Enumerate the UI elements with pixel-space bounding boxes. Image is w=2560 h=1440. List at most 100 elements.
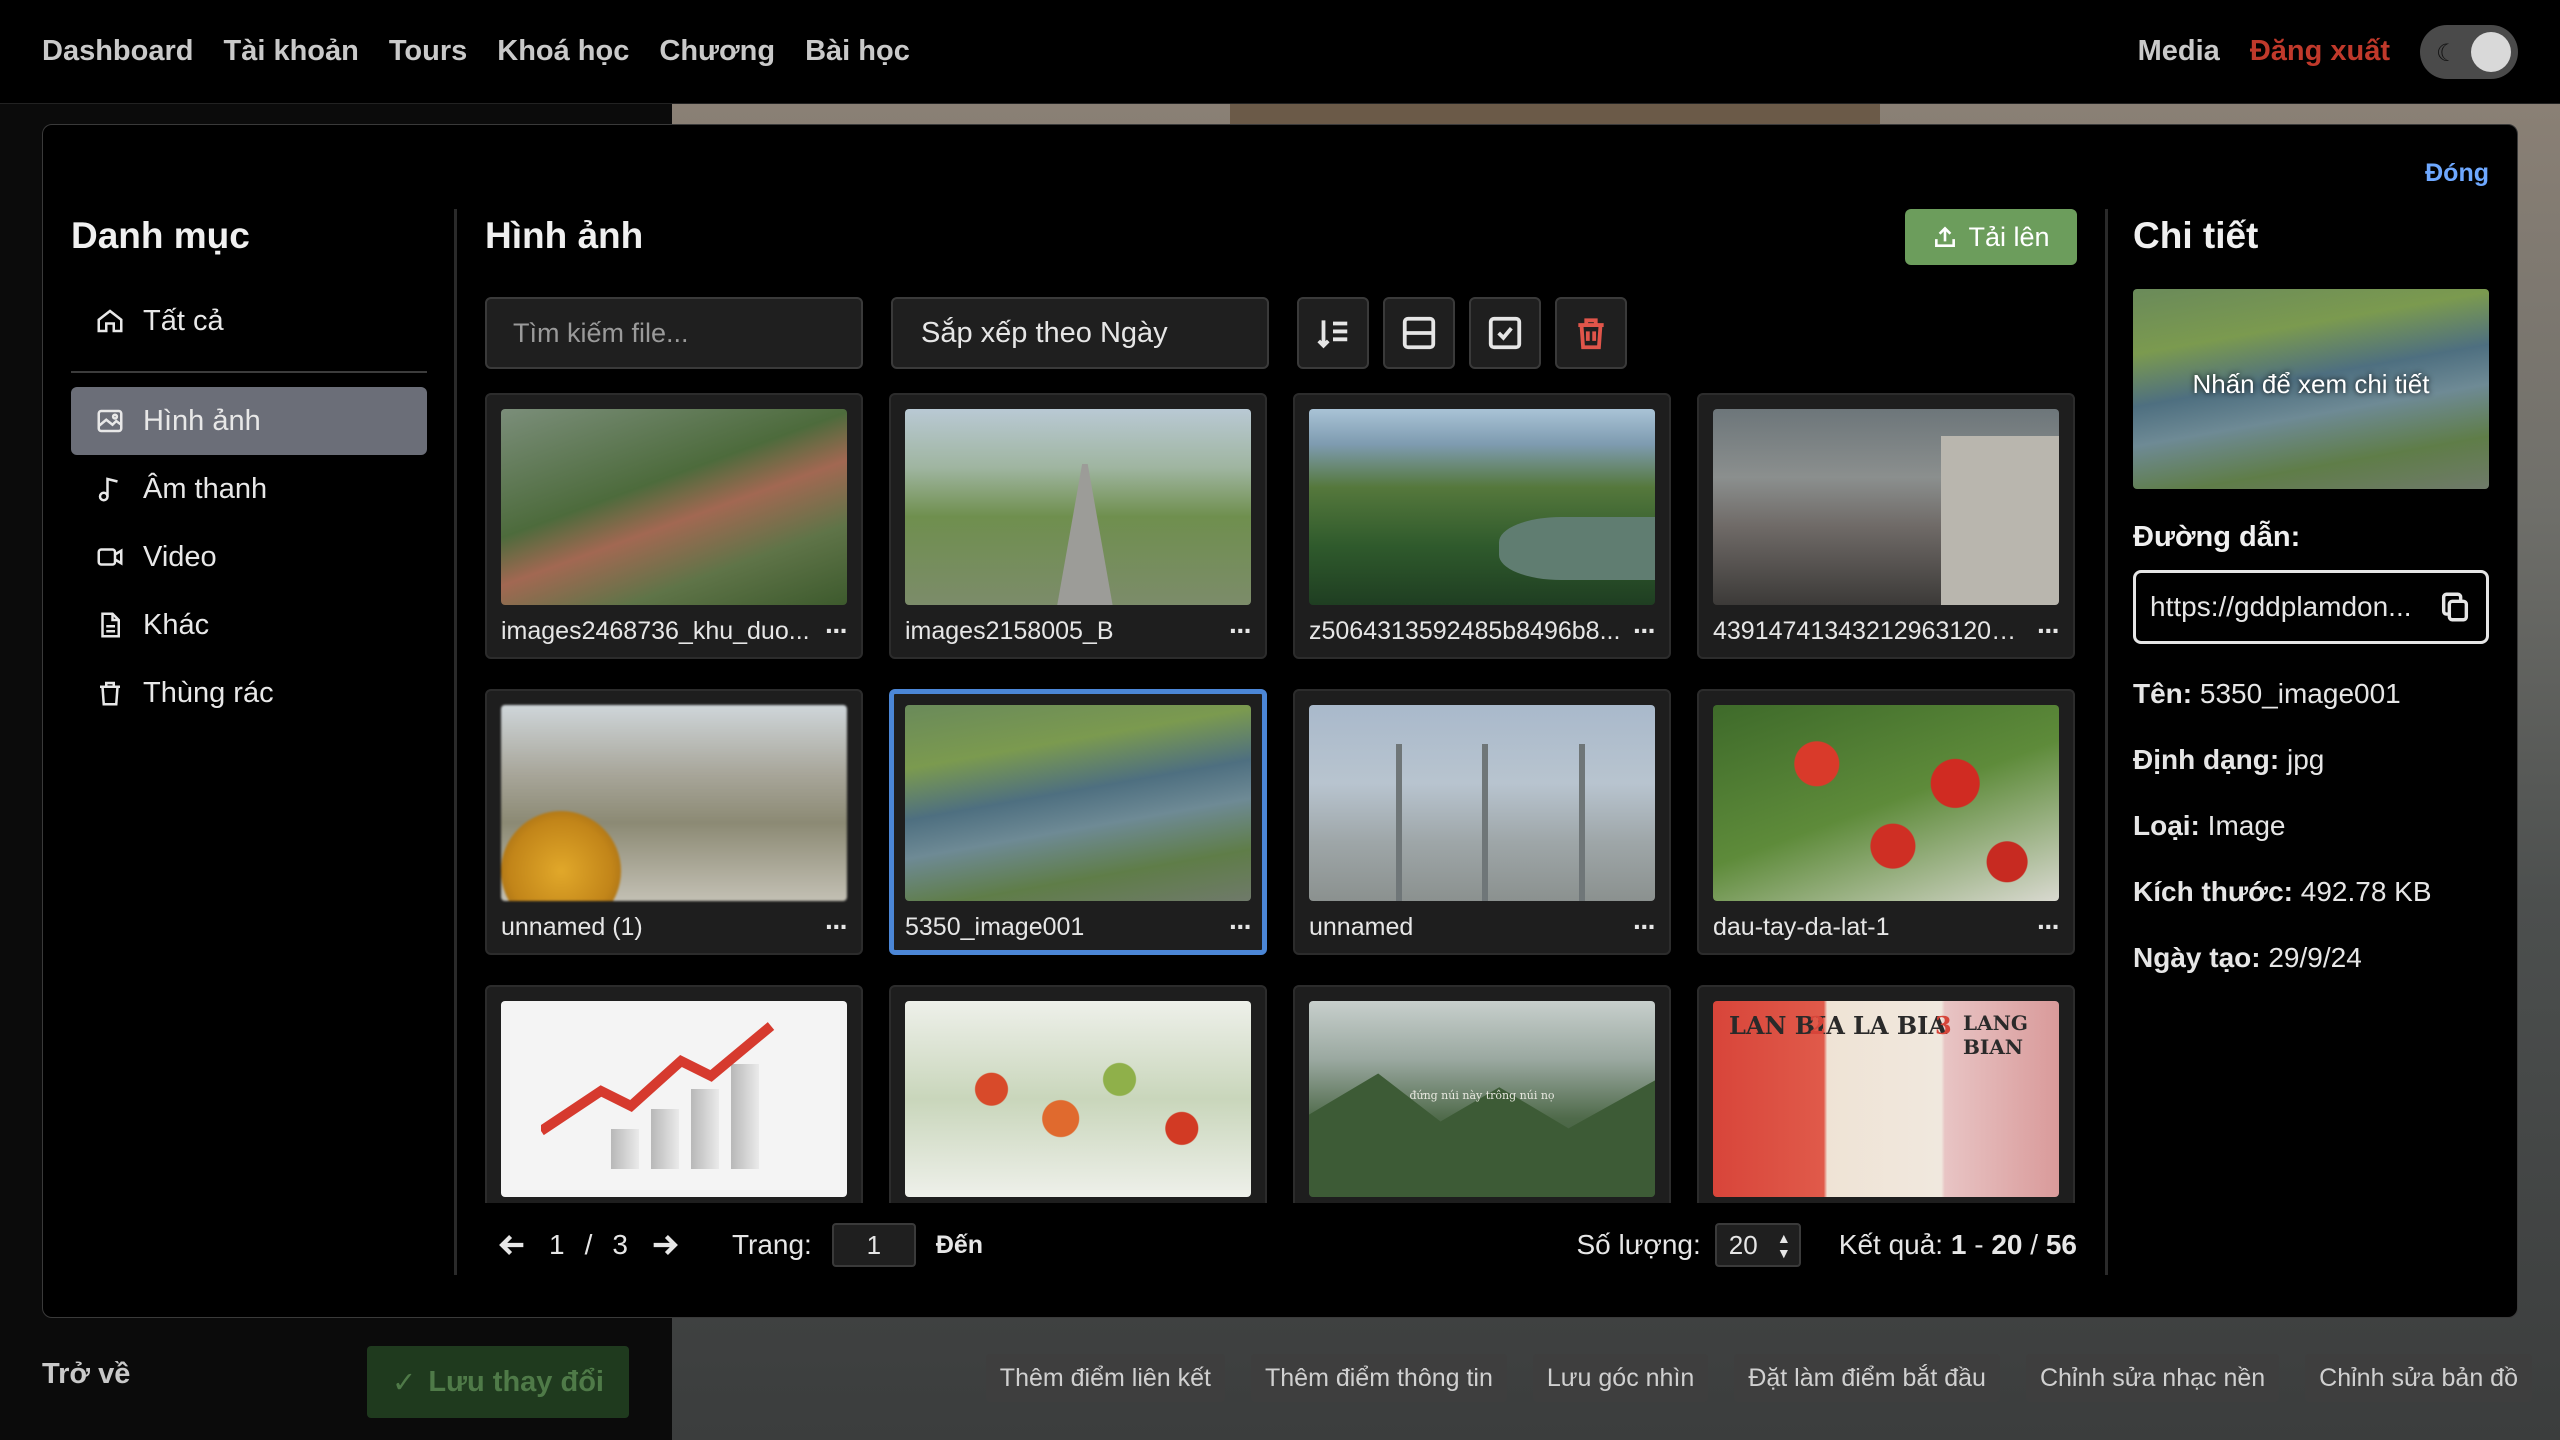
quantity-select[interactable]: 20 ▲ ▼ — [1714, 1223, 1801, 1267]
meta-format: Định dạng: jpg — [2133, 744, 2489, 776]
result-sep: / — [2030, 1229, 2039, 1260]
top-navigation: Dashboard Tài khoản Tours Khoá học Chươn… — [0, 0, 2560, 104]
trash-icon — [100, 681, 120, 706]
meta-value: Image — [2207, 810, 2286, 841]
save-changes-button[interactable]: ✓ Lưu thay đổi — [367, 1346, 629, 1418]
logout-link[interactable]: Đăng xuất — [2250, 35, 2390, 68]
more-options-icon[interactable]: ··· — [1621, 615, 1657, 647]
file-thumbnail: LAN BIA 2 LA BIA 3 LANG BIAN — [1713, 1001, 2059, 1197]
search-input[interactable] — [513, 317, 867, 349]
arrow-right-icon[interactable] — [648, 1228, 682, 1262]
meta-value: 492.78 KB — [2300, 876, 2432, 907]
layout-toggle-button[interactable] — [1383, 297, 1455, 369]
file-card[interactable]: dau-tay-da-lat-1 ··· — [1697, 689, 2075, 955]
goto-button[interactable]: Đến — [936, 1231, 983, 1260]
category-all[interactable]: Tất cả — [71, 287, 427, 355]
more-options-icon[interactable]: ··· — [813, 911, 849, 943]
file-thumbnail — [1309, 409, 1655, 605]
divider-left — [454, 209, 457, 1275]
more-options-icon[interactable]: ··· — [2025, 911, 2061, 943]
nav-chapters[interactable]: Chương — [659, 35, 775, 68]
book-number: 3 — [1935, 1011, 1952, 1040]
theme-toggle[interactable]: ☾ — [2420, 24, 2518, 79]
file-card[interactable]: unnamed ··· — [1293, 689, 1671, 955]
file-card[interactable]: 4391474134321296312​01... ··· — [1697, 393, 2075, 659]
nav-tours[interactable]: Tours — [389, 35, 467, 68]
more-options-icon[interactable]: ··· — [2025, 615, 2061, 647]
category-label: Thùng rác — [143, 676, 274, 709]
edit-map-button[interactable]: Chỉnh sửa bản đồ — [2305, 1354, 2532, 1402]
toolbar-buttons — [1297, 297, 1627, 369]
nav-dashboard[interactable]: Dashboard — [42, 35, 193, 68]
file-thumbnail — [1309, 705, 1655, 901]
more-options-icon[interactable]: ··· — [813, 615, 849, 647]
meta-key: Tên: — [2133, 678, 2193, 709]
result-dash: - — [1974, 1229, 1984, 1260]
upload-button[interactable]: Tải lên — [1905, 209, 2077, 265]
nav-accounts[interactable]: Tài khoản — [223, 35, 358, 68]
nav-lessons[interactable]: Bài học — [805, 35, 910, 68]
file-name: 4391474134321296312​01... — [1713, 616, 2025, 645]
category-other[interactable]: Khác — [71, 591, 427, 659]
file-thumbnail — [905, 409, 1251, 605]
url-label: Đường dẫn: — [2133, 521, 2301, 553]
category-audio[interactable]: Âm thanh — [71, 455, 427, 523]
file-thumbnail — [501, 1001, 847, 1197]
chart-arrow-icon — [541, 1022, 775, 1136]
result-from: 1 — [1950, 1229, 1967, 1260]
more-options-icon[interactable]: ··· — [1217, 911, 1253, 943]
video-icon — [97, 548, 123, 566]
nav-courses[interactable]: Khoá học — [497, 35, 629, 68]
upload-label: Tải lên — [1968, 221, 2050, 252]
copy-icon[interactable] — [2438, 590, 2472, 624]
sort-order-button[interactable] — [1297, 297, 1369, 369]
file-thumbnail: đứng núi này trông núi nọ — [1309, 1001, 1655, 1197]
home-icon — [97, 309, 123, 333]
file-name: images2158005_B — [905, 616, 1114, 645]
trash-icon — [1578, 318, 1604, 350]
sort-select[interactable]: Sắp xếp theo Ngày — [891, 297, 1269, 369]
more-options-icon[interactable]: ··· — [1217, 615, 1253, 647]
url-field[interactable]: https://gddplamdon... — [2133, 570, 2489, 644]
nav-media[interactable]: Media — [2138, 35, 2220, 68]
result-label: Kết quả: — [1838, 1229, 1944, 1260]
more-options-icon[interactable]: ··· — [1621, 911, 1657, 943]
file-card[interactable] — [485, 985, 863, 1203]
add-link-point-button[interactable]: Thêm điểm liên kết — [985, 1354, 1225, 1402]
divider-right — [2105, 209, 2108, 1275]
file-card[interactable]: images2158005_B ··· — [889, 393, 1267, 659]
check-icon: ✓ — [392, 1366, 417, 1399]
media-browser: Hình ảnh Tải lên Sắp xếp theo Ngày — [485, 209, 2077, 1275]
page-label: Trang: — [731, 1229, 812, 1260]
file-card[interactable]: z5064313592485b8496b8... ··· — [1293, 393, 1671, 659]
category-label: Hình ảnh — [143, 404, 261, 437]
file-card[interactable]: images2468736_khu_duo... ··· — [485, 393, 863, 659]
file-card[interactable]: đứng núi này trông núi nọ — [1293, 985, 1671, 1203]
edit-music-button[interactable]: Chỉnh sửa nhạc nền — [2025, 1354, 2280, 1402]
save-view-button[interactable]: Lưu góc nhìn — [1532, 1354, 1709, 1402]
delete-button[interactable] — [1555, 297, 1627, 369]
meta-date: Ngày tạo: 29/9/24 — [2133, 942, 2489, 974]
layout-icon — [1402, 316, 1436, 350]
category-video[interactable]: Video — [71, 523, 427, 591]
media-title: Hình ảnh — [485, 215, 644, 256]
select-mode-button[interactable] — [1469, 297, 1541, 369]
file-thumbnail — [905, 1001, 1251, 1197]
category-images[interactable]: Hình ảnh — [71, 387, 427, 455]
close-button[interactable]: Đóng — [2425, 159, 2489, 188]
file-card-selected[interactable]: 5350_image001 ··· — [889, 689, 1267, 955]
set-start-point-button[interactable]: Đặt làm điểm bắt đầu — [1734, 1354, 2000, 1402]
file-thumbnail — [501, 409, 847, 605]
page-input[interactable] — [831, 1223, 916, 1267]
arrow-left-icon[interactable] — [495, 1228, 529, 1262]
detail-preview[interactable]: Nhấn để xem chi tiết — [2133, 289, 2489, 489]
image-icon — [97, 409, 123, 433]
file-card[interactable]: unnamed (1) ··· — [485, 689, 863, 955]
back-button[interactable]: Trở về — [42, 1358, 130, 1391]
meta-key: Kích thước: — [2133, 876, 2293, 907]
add-info-point-button[interactable]: Thêm điểm thông tin — [1251, 1354, 1507, 1402]
file-card[interactable] — [889, 985, 1267, 1203]
category-trash[interactable]: Thùng rác — [71, 659, 427, 727]
file-card[interactable]: LAN BIA 2 LA BIA 3 LANG BIAN — [1697, 985, 2075, 1203]
detail-panel: Chi tiết Nhấn để xem chi tiết Đường dẫn:… — [2133, 209, 2489, 974]
